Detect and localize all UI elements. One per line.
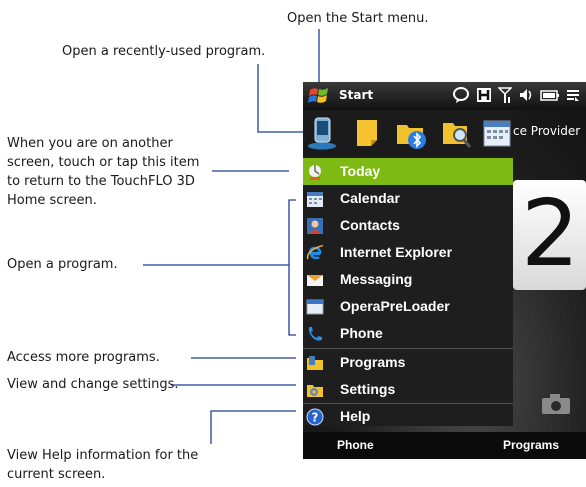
menu-item-internet-explorer[interactable]: Internet Explorer <box>303 239 513 266</box>
menu-item-settings-label: Settings <box>340 381 396 397</box>
help-icon: ? <box>306 408 324 426</box>
phone-screen: ce Provider 2 Start Today Calendar Conta… <box>303 82 586 459</box>
windows-start-icon[interactable] <box>308 85 330 107</box>
menu-item-calendar-label: Calendar <box>340 190 400 206</box>
notes-icon[interactable] <box>351 116 383 150</box>
phone-icon <box>308 327 322 341</box>
bluetooth-folder-icon[interactable] <box>395 116 427 150</box>
softkey-right-programs[interactable]: Programs <box>503 438 559 452</box>
callout-help: View Help information for the current sc… <box>7 446 198 484</box>
operapreloader-icon <box>306 299 324 315</box>
callout-open-program: Open a program. <box>7 257 118 272</box>
help-leader <box>210 410 296 444</box>
callout-today: When you are on another screen, touch or… <box>7 134 199 210</box>
service-provider-text: ce Provider <box>513 124 581 138</box>
menu-item-help-label: Help <box>340 408 371 424</box>
messaging-icon <box>307 275 323 286</box>
notification-bubble-icon[interactable] <box>452 87 470 103</box>
contacts-icon <box>307 218 323 234</box>
hsdpa-icon[interactable] <box>476 87 492 103</box>
menu-item-internet-explorer-label: Internet Explorer <box>340 244 453 260</box>
recent-programs-bar <box>303 110 513 156</box>
menu-item-contacts[interactable]: Contacts <box>303 212 513 239</box>
callout-settings: View and change settings. <box>7 377 179 392</box>
menu-item-help[interactable]: ? Help <box>303 403 513 430</box>
status-bar: Start <box>303 82 586 110</box>
menu-item-settings[interactable]: Settings <box>303 376 513 403</box>
status-icons <box>452 87 580 103</box>
program-bracket <box>288 199 296 336</box>
callout-help-line2: current screen. <box>7 467 106 482</box>
signal-strength-icon[interactable] <box>498 87 512 103</box>
menu-item-messaging-label: Messaging <box>340 271 413 287</box>
callout-recent-program: Open a recently-used program. <box>62 44 266 59</box>
menu-item-programs-label: Programs <box>340 354 406 370</box>
menu-item-operapreloader-label: OperaPreLoader <box>340 298 450 314</box>
start-button[interactable]: Start <box>339 88 373 102</box>
calendar-icon <box>307 192 323 207</box>
camera-icon[interactable] <box>541 393 571 415</box>
menu-item-phone-label: Phone <box>340 325 383 341</box>
phone-device-icon[interactable] <box>306 116 338 150</box>
clock-digit: 2 <box>521 180 580 287</box>
menu-item-today-label: Today <box>340 163 381 179</box>
search-folder-icon[interactable] <box>441 116 473 150</box>
internet-explorer-icon <box>306 245 324 260</box>
callout-today-line1: When you are on another <box>7 136 173 151</box>
softkey-left-phone[interactable]: Phone <box>337 438 374 452</box>
svg-text:?: ? <box>312 411 319 425</box>
softkey-bar: Phone Programs <box>303 432 586 459</box>
menu-item-calendar[interactable]: Calendar <box>303 185 513 212</box>
menu-item-phone[interactable]: Phone <box>303 320 513 347</box>
settings-icon <box>307 385 323 397</box>
clock-flip-digit: 2 <box>513 180 586 290</box>
menu-item-contacts-label: Contacts <box>340 217 400 233</box>
menu-item-messaging[interactable]: Messaging <box>303 266 513 293</box>
menu-item-today[interactable]: Today <box>303 158 513 185</box>
menu-item-operapreloader[interactable]: OperaPreLoader <box>303 293 513 320</box>
start-menu: Today Calendar Contacts Internet Explore… <box>303 156 513 426</box>
callout-today-line3: to return to the TouchFLO 3D <box>7 174 195 189</box>
volume-icon[interactable] <box>518 87 534 103</box>
recent-program-leader <box>257 64 308 133</box>
battery-icon[interactable] <box>540 87 560 103</box>
today-icon <box>309 165 321 180</box>
callout-start-menu: Open the Start menu. <box>287 11 429 26</box>
calendar-icon[interactable] <box>481 116 513 150</box>
callout-today-line2: screen, touch or tap this item <box>7 155 200 170</box>
menu-item-programs[interactable]: Programs <box>303 349 513 376</box>
more-options-icon[interactable] <box>566 87 580 103</box>
programs-folder-icon <box>307 356 323 370</box>
callout-help-line1: View Help information for the <box>7 448 199 463</box>
callout-today-line4: Home screen. <box>7 193 97 208</box>
callout-more-programs: Access more programs. <box>7 350 160 365</box>
